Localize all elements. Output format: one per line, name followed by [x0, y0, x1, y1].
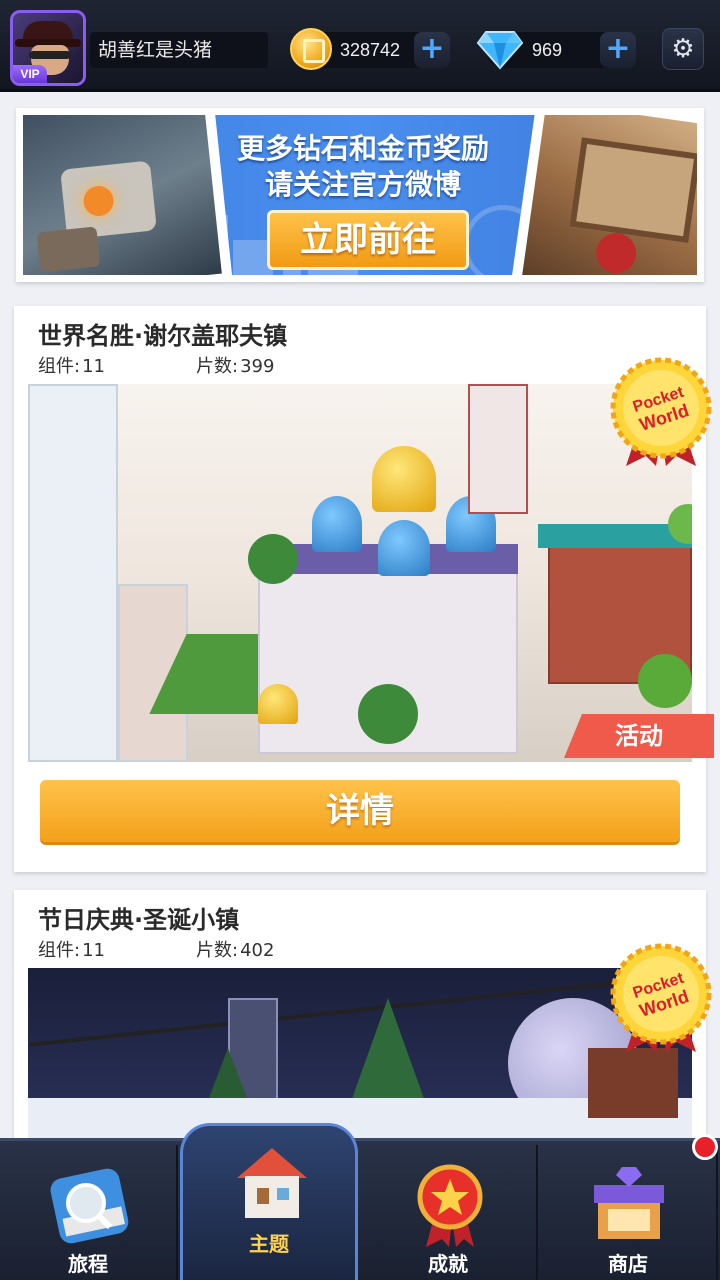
nav-achievements-label: 成就: [428, 1252, 468, 1276]
gem-amount: 969: [532, 40, 563, 60]
coin-icon: [290, 28, 332, 70]
gold-dome: [372, 446, 436, 512]
pocket-world-badge: Pocket World: [610, 943, 712, 1052]
medal-icon: [417, 1164, 483, 1247]
vip-badge: VIP: [13, 65, 47, 83]
bell-tower: [28, 384, 118, 762]
notification-dot: [692, 1134, 718, 1160]
nav-shop[interactable]: 商店: [540, 1145, 718, 1280]
robot-scene: [23, 115, 222, 275]
promo-banner[interactable]: 更多钻石和金币奖励 请关注官方微博 立即前往: [16, 108, 704, 282]
parts-value: 11: [82, 940, 105, 961]
gear-icon: ⚙: [671, 34, 695, 64]
theme-card: 世界名胜·谢尔盖耶夫镇 组件: 11 片数: 399 Pocket World …: [14, 306, 714, 872]
settings-button[interactable]: ⚙: [662, 28, 704, 70]
top-bar: VIP 胡善红是头猪 328742 + 969 + ⚙: [0, 0, 720, 92]
banner-left-photo: [23, 115, 233, 275]
nav-shop-label: 商店: [608, 1252, 648, 1276]
parts-label: 组件:: [38, 940, 81, 961]
parts-count: 组件: 11: [38, 352, 105, 378]
pocket-world-badge: Pocket World: [610, 357, 712, 466]
theme-image[interactable]: [28, 384, 692, 762]
banner-headline: 更多钻石和金币奖励: [236, 132, 489, 165]
tree: [358, 684, 418, 744]
cabin: [588, 1048, 678, 1118]
avatar[interactable]: VIP: [10, 10, 86, 86]
details-button[interactable]: 详情: [40, 780, 680, 842]
tree: [248, 534, 298, 584]
theme-title: 世界名胜·谢尔盖耶夫镇: [38, 322, 288, 350]
nav-achievements[interactable]: 成就: [360, 1145, 538, 1280]
pieces-value: 399: [240, 356, 275, 377]
pieces-count: 片数: 399: [196, 352, 274, 378]
pavilion-scene: [521, 115, 697, 275]
pieces-label: 片数:: [196, 356, 239, 377]
pieces-value: 402: [240, 940, 275, 961]
banner-right-photo: [510, 115, 697, 275]
blue-dome: [312, 496, 362, 552]
username: 胡善红是头猪: [90, 32, 268, 68]
nav-theme-label: 主题: [249, 1232, 289, 1256]
add-gems-button[interactable]: +: [600, 32, 636, 68]
camera-icon: [50, 1168, 129, 1244]
gold-dome: [258, 684, 298, 724]
nav-journey[interactable]: 旅程: [0, 1145, 178, 1280]
pieces-count: 片数: 402: [196, 936, 274, 962]
event-tag: 活动: [564, 714, 714, 758]
coin-amount: 328742: [340, 40, 401, 60]
promo-banner-inner: 更多钻石和金币奖励 请关注官方微博 立即前往: [23, 115, 697, 275]
bottom-nav: 旅程 主题 成就 商店: [0, 1123, 720, 1280]
nav-journey-label: 旅程: [68, 1252, 108, 1276]
nav-theme[interactable]: 主题: [180, 1123, 358, 1280]
tree: [638, 654, 692, 708]
theme-title: 节日庆典·圣诞小镇: [38, 906, 240, 934]
shop-icon: [594, 1167, 664, 1239]
house-icon: [237, 1148, 307, 1218]
go-now-button[interactable]: 立即前往: [267, 210, 469, 270]
avatar-mask: [29, 51, 71, 59]
parts-label: 组件:: [38, 356, 81, 377]
add-coins-button[interactable]: +: [414, 32, 450, 68]
banner-subheadline: 请关注官方微博: [264, 168, 461, 201]
red-tower: [468, 384, 528, 514]
parts-value: 11: [82, 356, 105, 377]
diamond-icon: [476, 31, 524, 70]
blue-dome: [378, 520, 430, 576]
parts-count: 组件: 11: [38, 936, 105, 962]
pieces-label: 片数:: [196, 940, 239, 961]
